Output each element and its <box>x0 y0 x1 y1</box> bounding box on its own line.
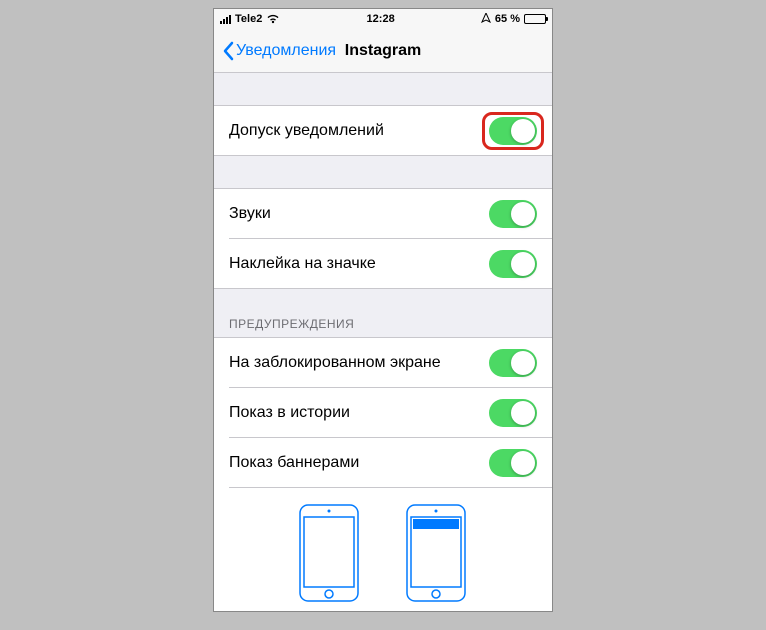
row-lockscreen: На заблокированном экране <box>214 337 552 388</box>
toggle-sounds[interactable] <box>489 200 537 228</box>
row-label: Наклейка на значке <box>229 255 376 273</box>
row-history: Показ в истории <box>214 388 552 438</box>
row-badge: Наклейка на значке <box>214 239 552 289</box>
row-allow-notifications: Допуск уведомлений <box>214 105 552 156</box>
phone-mock-persistent-icon <box>397 500 475 606</box>
content-scroll[interactable]: Допуск уведомлений Звуки Наклейка на зна… <box>214 73 552 611</box>
section-header-alerts: ПРЕДУПРЕЖДЕНИЯ <box>214 289 552 337</box>
row-sounds: Звуки <box>214 188 552 239</box>
row-banners: Показ баннерами <box>214 438 552 488</box>
location-icon <box>481 13 491 26</box>
toggle-badge[interactable] <box>489 250 537 278</box>
toggle-lockscreen[interactable] <box>489 349 537 377</box>
toggle-allow-notifications[interactable] <box>489 117 537 145</box>
toggle-banners[interactable] <box>489 449 537 477</box>
row-label: На заблокированном экране <box>229 354 441 372</box>
row-label: Показ в истории <box>229 404 350 422</box>
row-label: Звуки <box>229 205 271 223</box>
status-bar: Tele2 12:28 65 % <box>214 9 552 29</box>
signal-icon <box>220 15 231 24</box>
chevron-left-icon <box>222 41 234 61</box>
back-button[interactable]: Уведомления <box>222 41 336 61</box>
banner-option-persistent[interactable]: Постоянно <box>396 500 476 611</box>
row-label: Показ баннерами <box>229 454 359 472</box>
wifi-icon <box>266 14 280 24</box>
battery-pct: 65 % <box>495 13 520 25</box>
carrier-label: Tele2 <box>235 13 262 25</box>
nav-bar: Уведомления Instagram <box>214 29 552 73</box>
phone-mock-temporary-icon <box>290 500 368 606</box>
banner-style-picker: Временно Постоянно <box>214 488 552 611</box>
device-frame: Tele2 12:28 65 % Уведомления Instagram Д… <box>213 8 553 612</box>
banner-option-temporary[interactable]: Временно <box>290 500 368 611</box>
clock: 12:28 <box>367 13 395 25</box>
row-label: Допуск уведомлений <box>229 122 384 140</box>
page-title: Instagram <box>345 42 421 60</box>
battery-icon <box>524 14 546 24</box>
back-label: Уведомления <box>236 42 336 60</box>
toggle-history[interactable] <box>489 399 537 427</box>
